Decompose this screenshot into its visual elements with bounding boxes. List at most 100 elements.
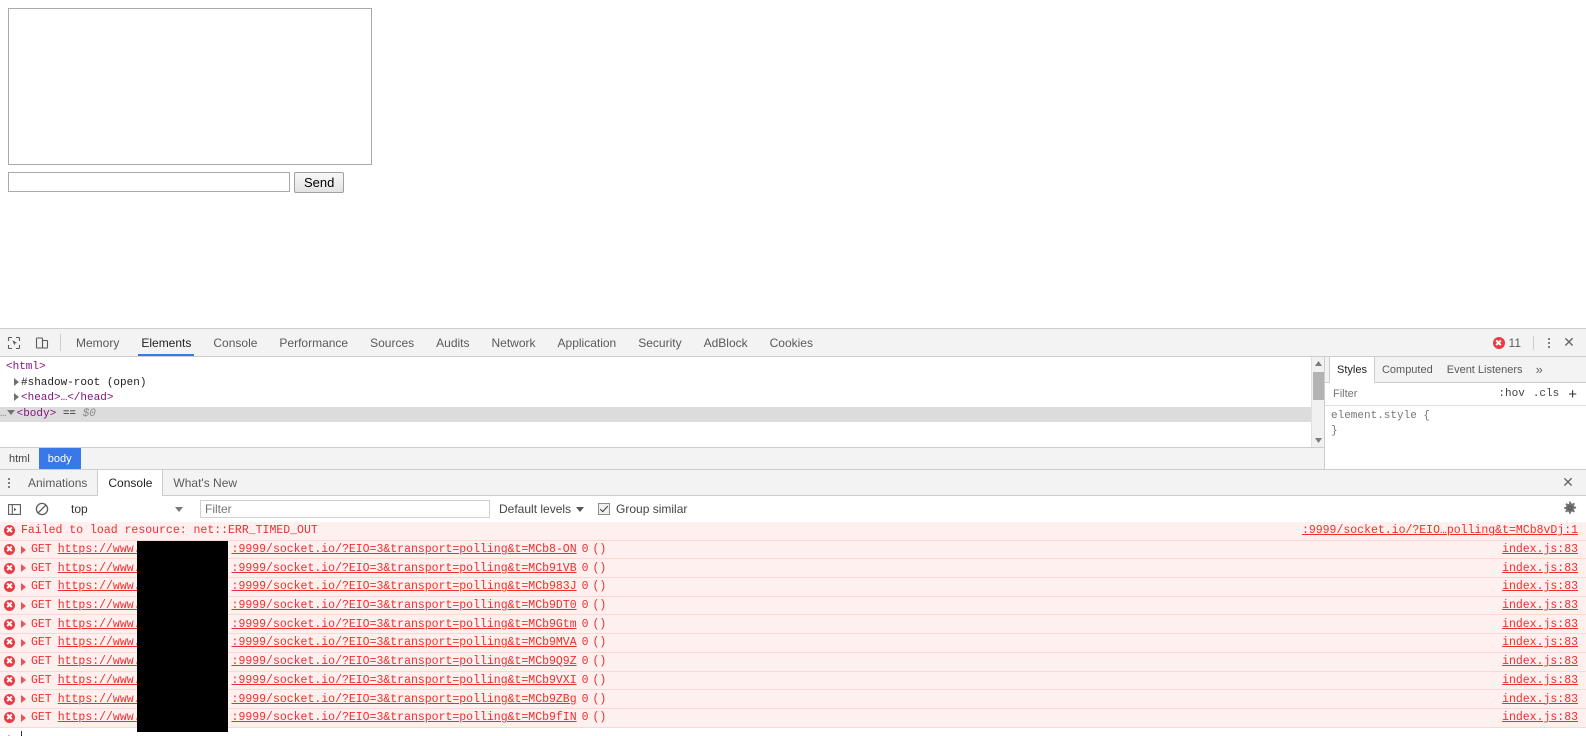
request-url-suffix[interactable]: :9999/socket.io/?EIO=3&transport=polling…	[232, 599, 577, 612]
tab-event-listeners[interactable]: Event Listeners	[1440, 357, 1530, 382]
console-source-link[interactable]: index.js:83	[1502, 599, 1578, 612]
close-drawer-icon[interactable]: ✕	[1557, 474, 1579, 491]
console-message[interactable]: ✖ GET https://www. :9999/socket.io/?EIO=…	[0, 652, 1586, 672]
console-sidebar-icon[interactable]	[0, 503, 28, 516]
expand-triangle-icon[interactable]	[21, 676, 26, 685]
request-url-prefix[interactable]: https://www.	[58, 599, 141, 612]
clear-console-icon[interactable]	[28, 502, 56, 516]
request-url-suffix[interactable]: :9999/socket.io/?EIO=3&transport=polling…	[232, 580, 577, 593]
close-devtools-icon[interactable]: ✕	[1558, 334, 1580, 351]
console-prompt-row[interactable]: ›	[0, 727, 1586, 736]
drawer-tab-whats-new[interactable]: What's New	[163, 470, 247, 495]
console-message[interactable]: ✖ GET https://www. :9999/socket.io/?EIO=…	[0, 690, 1586, 709]
send-button[interactable]: Send	[294, 172, 345, 193]
request-url-suffix[interactable]: :9999/socket.io/?EIO=3&transport=polling…	[232, 655, 577, 668]
console-message[interactable]: ✖ GET https://www. :9999/socket.io/?EIO=…	[0, 596, 1586, 616]
tab-computed[interactable]: Computed	[1375, 357, 1440, 382]
console-source-link[interactable]: index.js:83	[1502, 580, 1578, 593]
console-source-link[interactable]: index.js:83	[1502, 674, 1578, 687]
request-url-prefix[interactable]: https://www.	[58, 543, 141, 556]
console-source-link[interactable]: index.js:83	[1502, 562, 1578, 575]
error-count-badge[interactable]: ✖ 11	[1492, 336, 1521, 350]
console-message[interactable]: ✖ GET https://www. :9999/socket.io/?EIO=…	[0, 559, 1586, 579]
group-similar-checkbox-icon[interactable]	[598, 503, 611, 515]
tab-network[interactable]: Network	[481, 329, 547, 356]
expand-triangle-icon[interactable]	[21, 564, 26, 573]
group-similar-toggle[interactable]: Group similar	[598, 502, 687, 516]
console-settings-icon[interactable]	[1563, 501, 1586, 518]
cls-toggle[interactable]: .cls	[1529, 388, 1563, 400]
collapse-triangle-icon[interactable]	[6, 410, 15, 416]
dom-row[interactable]: <head>…</head>	[0, 391, 1311, 407]
more-options-icon[interactable]	[1540, 337, 1558, 348]
tab-cookies[interactable]: Cookies	[759, 329, 824, 356]
expand-triangle-icon[interactable]	[21, 620, 26, 629]
drawer-more-icon[interactable]	[0, 470, 18, 495]
dom-tree[interactable]: <html> #shadow-root (open) <head>…</head…	[0, 357, 1311, 447]
expand-triangle-icon[interactable]	[14, 393, 19, 402]
console-message[interactable]: ✖ GET https://www. :9999/socket.io/?EIO=…	[0, 671, 1586, 691]
request-url-suffix[interactable]: :9999/socket.io/?EIO=3&transport=polling…	[232, 674, 577, 687]
dom-row-selected[interactable]: … <body> == $0	[0, 406, 1311, 422]
console-message[interactable]: ✖ Failed to load resource: net::ERR_TIME…	[0, 522, 1586, 541]
request-url-prefix[interactable]: https://www.	[58, 636, 141, 649]
drawer-tab-console[interactable]: Console	[97, 470, 164, 496]
expand-triangle-icon[interactable]	[21, 601, 26, 610]
dom-row[interactable]: <html>	[0, 360, 1311, 376]
request-url-prefix[interactable]: https://www.	[58, 674, 141, 687]
expand-triangle-icon[interactable]	[14, 377, 19, 386]
tab-audits[interactable]: Audits	[425, 329, 480, 356]
request-url-suffix[interactable]: :9999/socket.io/?EIO=3&transport=polling…	[232, 693, 577, 706]
expand-triangle-icon[interactable]	[21, 695, 26, 704]
tab-console[interactable]: Console	[202, 329, 268, 356]
tab-elements[interactable]: Elements	[130, 329, 202, 356]
console-message-list[interactable]: ✖ Failed to load resource: net::ERR_TIME…	[0, 522, 1586, 736]
scrollbar-thumb[interactable]	[1313, 372, 1324, 400]
request-url-suffix[interactable]: :9999/socket.io/?EIO=3&transport=polling…	[232, 543, 577, 556]
console-message[interactable]: ✖ GET https://www. :9999/socket.io/?EIO=…	[0, 578, 1586, 597]
device-toolbar-icon[interactable]	[28, 329, 56, 356]
style-rule-open[interactable]: element.style {	[1331, 409, 1586, 424]
console-source-link[interactable]: index.js:83	[1502, 693, 1578, 706]
console-source-link[interactable]: index.js:83	[1502, 655, 1578, 668]
console-message[interactable]: ✖ GET https://www. :9999/socket.io/?EIO=…	[0, 634, 1586, 653]
request-url-prefix[interactable]: https://www.	[58, 693, 141, 706]
message-input[interactable]	[8, 172, 290, 192]
console-message[interactable]: ✖ GET https://www. :9999/socket.io/?EIO=…	[0, 615, 1586, 635]
scroll-down-icon[interactable]	[1312, 434, 1324, 447]
styles-filter-input[interactable]	[1329, 387, 1495, 401]
tab-memory[interactable]: Memory	[65, 329, 130, 356]
request-url-prefix[interactable]: https://www.	[58, 562, 141, 575]
request-url-suffix[interactable]: :9999/socket.io/?EIO=3&transport=polling…	[232, 618, 577, 631]
tab-styles[interactable]: Styles	[1329, 357, 1375, 383]
expand-triangle-icon[interactable]	[21, 582, 26, 591]
console-message[interactable]: ✖ GET https://www. :9999/socket.io/?EIO=…	[0, 540, 1586, 560]
dom-row[interactable]: #shadow-root (open)	[0, 376, 1311, 392]
console-source-link[interactable]: index.js:83	[1502, 543, 1578, 556]
console-filter-input[interactable]	[200, 500, 490, 518]
breadcrumb-item-body[interactable]: body	[38, 448, 81, 469]
tab-performance[interactable]: Performance	[268, 329, 359, 356]
tab-application[interactable]: Application	[547, 329, 628, 356]
request-url-prefix[interactable]: https://www.	[58, 655, 141, 668]
console-message[interactable]: ✖ GET https://www. :9999/socket.io/?EIO=…	[0, 708, 1586, 728]
request-url-prefix[interactable]: https://www.	[58, 711, 141, 724]
inspect-element-icon[interactable]	[0, 329, 28, 356]
hov-toggle[interactable]: :hov	[1494, 388, 1528, 400]
console-source-link[interactable]: index.js:83	[1502, 618, 1578, 631]
chat-log-textarea[interactable]	[8, 8, 372, 165]
breadcrumb-item-html[interactable]: html	[0, 448, 39, 469]
log-levels-dropdown[interactable]: Default levels	[499, 502, 585, 516]
tab-security[interactable]: Security	[627, 329, 692, 356]
console-source-link[interactable]: index.js:83	[1502, 636, 1578, 649]
execution-context-select[interactable]: top	[61, 502, 191, 516]
expand-triangle-icon[interactable]	[21, 713, 26, 722]
request-url-suffix[interactable]: :9999/socket.io/?EIO=3&transport=polling…	[232, 562, 577, 575]
dom-tree-scrollbar[interactable]	[1311, 357, 1324, 447]
more-tabs-icon[interactable]: »	[1530, 357, 1549, 382]
expand-triangle-icon[interactable]	[21, 545, 26, 554]
console-source-link[interactable]: index.js:83	[1502, 711, 1578, 724]
expand-triangle-icon[interactable]	[21, 638, 26, 647]
request-url-suffix[interactable]: :9999/socket.io/?EIO=3&transport=polling…	[232, 636, 577, 649]
request-url-prefix[interactable]: https://www.	[58, 580, 141, 593]
